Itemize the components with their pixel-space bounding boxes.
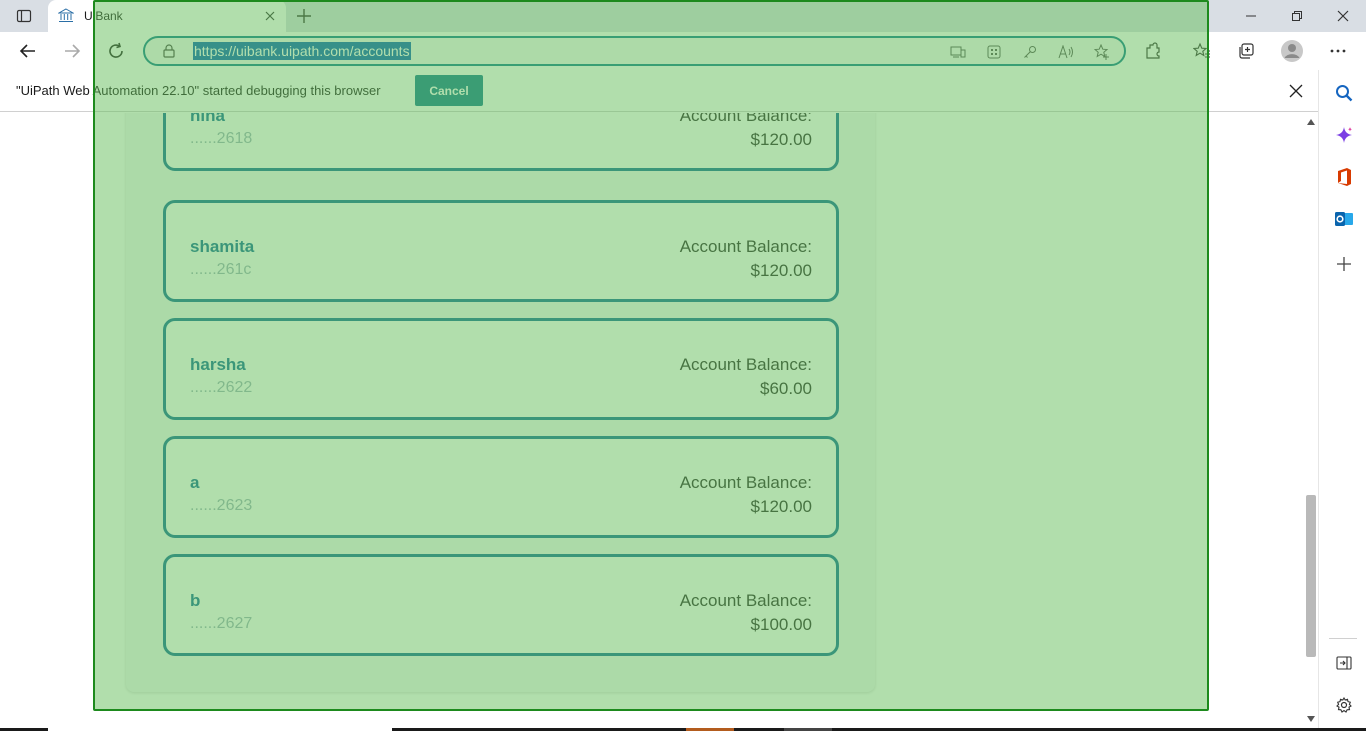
page-scrollbar[interactable] xyxy=(1304,113,1318,728)
balance-label: Account Balance: xyxy=(679,355,812,374)
new-tab-icon[interactable] xyxy=(292,4,316,28)
balance-value: $120.00 xyxy=(750,130,812,149)
account-card[interactable]: harsha ......2622 Account Balance: $60.0… xyxy=(163,318,839,420)
hide-sidebar-icon[interactable] xyxy=(1331,650,1357,676)
tab-actions-icon[interactable] xyxy=(8,4,40,28)
favorites-icon[interactable] xyxy=(1186,35,1218,67)
scroll-up-icon[interactable] xyxy=(1306,117,1316,127)
tab-strip: UiBank xyxy=(0,0,1366,32)
close-window-icon[interactable] xyxy=(1320,0,1366,32)
close-tab-icon[interactable] xyxy=(258,4,282,28)
edge-sidebar xyxy=(1318,70,1366,731)
tab-title: UiBank xyxy=(84,9,123,23)
balance-value: $60.00 xyxy=(760,379,812,398)
minimize-icon[interactable] xyxy=(1228,0,1274,32)
lock-icon[interactable] xyxy=(161,43,177,59)
balance-label: Account Balance: xyxy=(679,237,812,256)
debugging-infobar: "UiPath Web Automation 22.10" started de… xyxy=(0,70,1366,112)
apps-grid-icon[interactable] xyxy=(983,41,1005,63)
account-card[interactable]: b ......2627 Account Balance: $100.00 xyxy=(163,554,839,656)
add-favorite-icon[interactable] xyxy=(1091,41,1113,63)
profile-avatar-icon[interactable] xyxy=(1276,35,1308,67)
balance-label: Account Balance: xyxy=(679,113,812,125)
balance-value: $100.00 xyxy=(750,615,812,634)
bank-icon xyxy=(58,8,74,24)
balance-label: Account Balance: xyxy=(679,473,812,492)
account-name[interactable]: shamita xyxy=(190,237,254,257)
account-number: ......2623 xyxy=(190,497,253,514)
collections-icon[interactable] xyxy=(1230,35,1262,67)
more-options-icon[interactable] xyxy=(1322,35,1354,67)
extensions-icon[interactable] xyxy=(1137,35,1169,67)
copilot-sparkle-icon[interactable] xyxy=(1331,122,1357,148)
account-number: ......2622 xyxy=(190,379,253,396)
scroll-down-icon[interactable] xyxy=(1306,714,1316,724)
account-name[interactable]: b xyxy=(190,591,200,611)
read-aloud-icon[interactable] xyxy=(1055,41,1077,63)
browser-toolbar: https://uibank.uipath.com/accounts xyxy=(0,32,1366,70)
search-icon[interactable] xyxy=(1331,80,1357,106)
balance-label: Account Balance: xyxy=(679,591,812,610)
close-infobar-icon[interactable] xyxy=(1284,79,1308,103)
account-card[interactable]: shamita ......261c Account Balance: $120… xyxy=(163,200,839,302)
url-text[interactable]: https://uibank.uipath.com/accounts xyxy=(193,42,411,60)
account-number: ......2618 xyxy=(190,130,253,147)
account-card[interactable]: a ......2623 Account Balance: $120.00 xyxy=(163,436,839,538)
sidebar-divider xyxy=(1329,638,1357,639)
account-name[interactable]: a xyxy=(190,473,199,493)
forward-icon[interactable] xyxy=(56,35,88,67)
scrollbar-thumb[interactable] xyxy=(1306,495,1316,657)
refresh-icon[interactable] xyxy=(100,35,132,67)
infobar-message: "UiPath Web Automation 22.10" started de… xyxy=(16,83,381,98)
account-name[interactable]: hina xyxy=(190,113,225,126)
cancel-button[interactable]: Cancel xyxy=(415,75,483,106)
address-bar[interactable]: https://uibank.uipath.com/accounts xyxy=(143,36,1126,66)
add-sidebar-app-icon[interactable] xyxy=(1331,251,1357,277)
account-number: ......261c xyxy=(190,261,252,278)
outlook-icon[interactable] xyxy=(1331,206,1357,232)
account-number: ......2627 xyxy=(190,615,253,632)
back-icon[interactable] xyxy=(12,35,44,67)
balance-value: $120.00 xyxy=(750,261,812,280)
key-icon[interactable] xyxy=(1019,41,1041,63)
account-card[interactable]: hina ......2618 Account Balance: $120.00 xyxy=(163,113,839,171)
restore-icon[interactable] xyxy=(1274,0,1320,32)
settings-gear-icon[interactable] xyxy=(1331,692,1357,718)
account-name[interactable]: harsha xyxy=(190,355,246,375)
office-icon[interactable] xyxy=(1331,164,1357,190)
app-available-icon[interactable] xyxy=(947,41,969,63)
page-viewport: hina ......2618 Account Balance: $120.00… xyxy=(0,113,1304,709)
balance-value: $120.00 xyxy=(750,497,812,516)
tab-uibank[interactable]: UiBank xyxy=(48,0,286,32)
